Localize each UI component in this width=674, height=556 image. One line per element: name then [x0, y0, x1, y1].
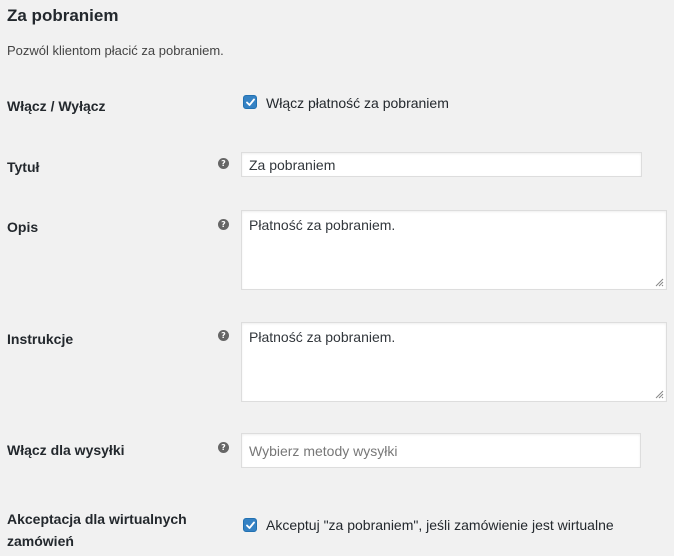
virtual-label: Akceptacja dla wirtualnych zamówień: [7, 508, 187, 552]
enable-checkbox-label[interactable]: Włącz płatność za pobraniem: [266, 95, 449, 111]
checkmark-icon: [246, 521, 255, 529]
title-help-icon[interactable]: ?: [218, 158, 229, 169]
virtual-checkbox[interactable]: [243, 518, 257, 532]
description-help-icon[interactable]: ?: [218, 219, 229, 230]
shipping-select[interactable]: Wybierz metody wysyłki: [241, 433, 641, 468]
shipping-label: Włącz dla wysyłki: [7, 442, 125, 458]
enable-checkbox[interactable]: [243, 95, 257, 109]
instructions-text: Płatność za pobraniem.: [249, 329, 396, 345]
title-label: Tytuł: [7, 159, 40, 175]
instructions-label: Instrukcje: [7, 331, 74, 347]
title-input[interactable]: Za pobraniem: [241, 152, 642, 177]
description-textarea[interactable]: Płatność za pobraniem.: [241, 210, 667, 290]
instructions-textarea[interactable]: Płatność za pobraniem.: [241, 322, 667, 402]
shipping-placeholder: Wybierz metody wysyłki: [249, 443, 398, 459]
instructions-help-icon[interactable]: ?: [218, 330, 229, 341]
checkmark-icon: [246, 98, 255, 106]
section-title: Za pobraniem: [7, 6, 119, 25]
description-text: Płatność za pobraniem.: [249, 217, 396, 233]
enable-label: Włącz / Wyłącz: [7, 98, 106, 114]
virtual-label-line1: Akceptacja dla wirtualnych: [7, 511, 187, 527]
description-label: Opis: [7, 219, 39, 235]
resize-handle-icon[interactable]: [655, 278, 664, 287]
virtual-label-line2: zamówień: [7, 533, 74, 549]
shipping-help-icon[interactable]: ?: [218, 442, 229, 453]
virtual-checkbox-label[interactable]: Akceptuj "za pobraniem", jeśli zamówieni…: [266, 517, 614, 533]
section-description: Pozwól klientom płacić za pobraniem.: [7, 43, 224, 58]
resize-handle-icon[interactable]: [655, 390, 664, 399]
